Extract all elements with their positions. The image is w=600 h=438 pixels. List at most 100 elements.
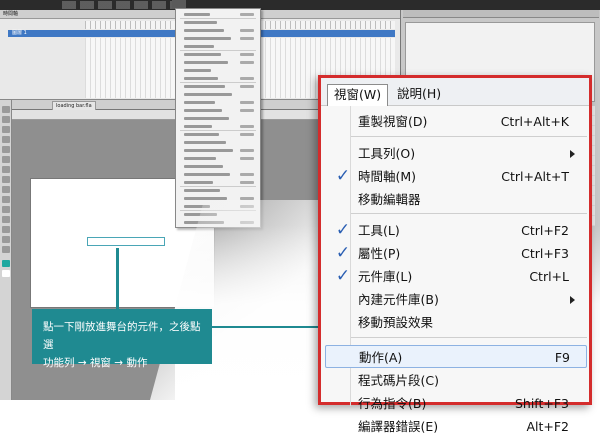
menu-item-label: 移動預設效果 [358,315,434,330]
small-menu-separator [180,82,256,83]
menu-item[interactable]: 重製視窗(D) Ctrl+Alt+K [321,110,589,133]
menu-item[interactable]: 程式碼片段(C) [321,369,589,392]
instruction-callout: 點一下剛放進舞台的元件，之後點選 功能列 → 視窗 → 動作 [32,309,212,369]
menu-item-label: 行為指令(B) [358,396,427,411]
menu-item[interactable]: ✓ 屬性(P) Ctrl+F3 [321,242,589,265]
small-menu-item [184,181,213,184]
small-menu-item [184,101,215,104]
library-panel-tab[interactable] [403,10,599,18]
window-dropdown-small [175,8,261,228]
rectangle-tool-icon[interactable] [2,176,10,183]
submenu-arrow-icon [570,150,575,158]
menu-item-shortcut: Ctrl+F2 [521,223,569,238]
tools-panel [0,100,12,400]
brush-tool-icon[interactable] [2,196,10,203]
callout-text-line-1: 點一下剛放進舞台的元件，之後點選 [43,321,201,351]
application-menubar [0,0,600,10]
menu-item[interactable]: 移動預設效果 [321,311,589,334]
eraser-tool-icon[interactable] [2,226,10,233]
menu-item-label: 重製視窗(D) [358,114,428,129]
menu-item[interactable]: 移動編輯器 [321,188,589,211]
menu-item[interactable]: 工具列(O) [321,142,589,165]
small-menu-item [184,133,219,136]
small-menu-separator [180,186,256,187]
small-menu-separator [180,130,256,131]
menu-item-shortcut: Ctrl+Alt+K [500,114,569,129]
menu-item-label: 時間軸(M) [358,169,417,184]
selection-tool-icon[interactable] [2,106,10,113]
small-menu-item [184,157,216,160]
pencil-tool-icon[interactable] [2,186,10,193]
small-menu-item [184,125,212,128]
window-menu-zoomed: 視窗(W) 說明(H) 重製視窗(D) Ctrl+Alt+K 工具列(O) ✓ 時間軸(… [318,75,592,434]
menu-separator [351,213,587,214]
small-menu-shortcut [240,77,254,80]
menu-item-shortcut: Shift+F3 [514,396,569,411]
small-menu-item [184,93,232,96]
menu-item[interactable]: 編譯器錯誤(E) Alt+F2 [321,415,589,438]
stroke-color-icon[interactable] [2,260,10,267]
hand-tool-icon[interactable] [2,236,10,243]
menu-item[interactable]: 行為指令(B) Shift+F3 [321,392,589,415]
pen-tool-icon[interactable] [2,146,10,153]
small-menu-item [184,173,230,176]
small-menu-separator [180,18,256,19]
menu-item-label: 編譯器錯誤(E) [358,419,439,434]
checkmark-icon: ✓ [335,166,351,186]
menu-item[interactable]: 內建元件庫(B) [321,288,589,311]
checkmark-icon: ✓ [335,243,351,263]
callout-text-line-2: 功能列 → 視窗 → 動作 [43,357,148,369]
menu-item-label: 元件庫(L) [358,269,413,284]
submenu-arrow-icon [570,296,575,304]
small-menu-item [184,53,221,56]
line-tool-icon[interactable] [2,166,10,173]
small-menu-item [184,117,229,120]
menu-item-label: 移動編輯器 [358,192,421,207]
small-menu-shortcut [240,61,254,64]
menu-item[interactable]: ✓ 工具(L) Ctrl+F2 [321,219,589,242]
paint-bucket-tool-icon[interactable] [2,206,10,213]
small-menu-item [184,149,233,152]
small-menu-item [184,37,231,40]
small-menu-shortcut [240,197,254,200]
small-menu-item [184,165,223,168]
zoom-tool-icon[interactable] [2,246,10,253]
menu-item-label: 動作(A) [359,350,403,365]
small-menu-shortcut [240,37,254,40]
document-tabs [62,1,172,9]
eyedropper-tool-icon[interactable] [2,216,10,223]
menu-item[interactable]: ✓ 時間軸(M) Ctrl+Alt+T [321,165,589,188]
small-menu-separator [180,50,256,51]
lasso-tool-icon[interactable] [2,136,10,143]
subselection-tool-icon[interactable] [2,116,10,123]
small-menu-shortcut [240,133,254,136]
menu-item-shortcut: Alt+F2 [526,419,569,434]
small-menu-item [184,61,228,64]
menu-item-label: 工具(L) [358,223,400,238]
text-tool-icon[interactable] [2,156,10,163]
small-menu-item [184,45,214,48]
menu-item[interactable]: 動作(A) F9 [325,345,587,368]
small-menu-shortcut [240,13,254,16]
small-menu-shortcut [240,29,254,32]
free-transform-tool-icon[interactable] [2,126,10,133]
fill-color-icon[interactable] [2,270,10,277]
menu-item-shortcut: F9 [554,350,570,365]
small-menu-shortcut [240,125,254,128]
progress-bar-component[interactable] [87,237,165,246]
menu-window[interactable]: 視窗(W) [327,84,389,106]
small-menu-shortcut [240,53,254,56]
small-menu-shortcut [240,173,254,176]
small-menu-shortcut [240,157,254,160]
small-menu-item [184,13,210,16]
small-menu-item [184,21,217,24]
menu-item[interactable]: ✓ 元件庫(L) Ctrl+L [321,265,589,288]
small-menu-shortcut [240,101,254,104]
checkmark-icon: ✓ [335,220,351,240]
small-menu-item [184,197,227,200]
layer-name: 圖層 1 [12,30,27,36]
small-menu-item [184,109,222,112]
menu-item-shortcut: Ctrl+Alt+T [501,169,569,184]
small-menu-item [184,77,218,80]
menu-help[interactable]: 說明(H) [393,84,445,106]
